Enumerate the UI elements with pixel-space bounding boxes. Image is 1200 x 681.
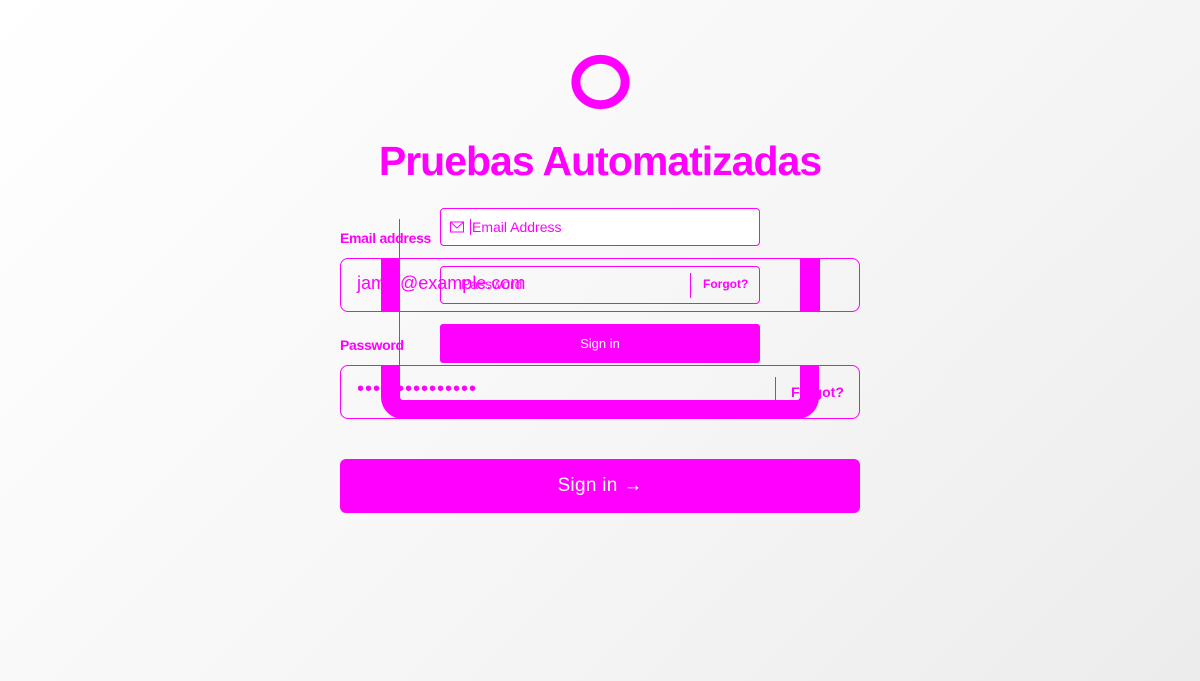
- envelope-icon: [450, 221, 464, 233]
- forgot-password-link[interactable]: Forgot?: [791, 384, 844, 400]
- password-label: Password: [340, 337, 404, 353]
- email-label: Email address: [340, 230, 432, 246]
- email-value[interactable]: jamie@example.com: [357, 273, 525, 294]
- ghost-email-input[interactable]: Email Address: [440, 208, 760, 246]
- ghost-sign-in-button[interactable]: Sign in: [440, 324, 760, 363]
- ghost-u-shape: [381, 365, 819, 419]
- ghost-email-placeholder: Email Address: [472, 219, 562, 235]
- ring-logo-icon: [568, 52, 633, 112]
- sign-in-button[interactable]: Sign in →: [340, 459, 860, 513]
- app-title: Pruebas Automatizadas: [378, 138, 822, 184]
- text-caret: [470, 219, 471, 235]
